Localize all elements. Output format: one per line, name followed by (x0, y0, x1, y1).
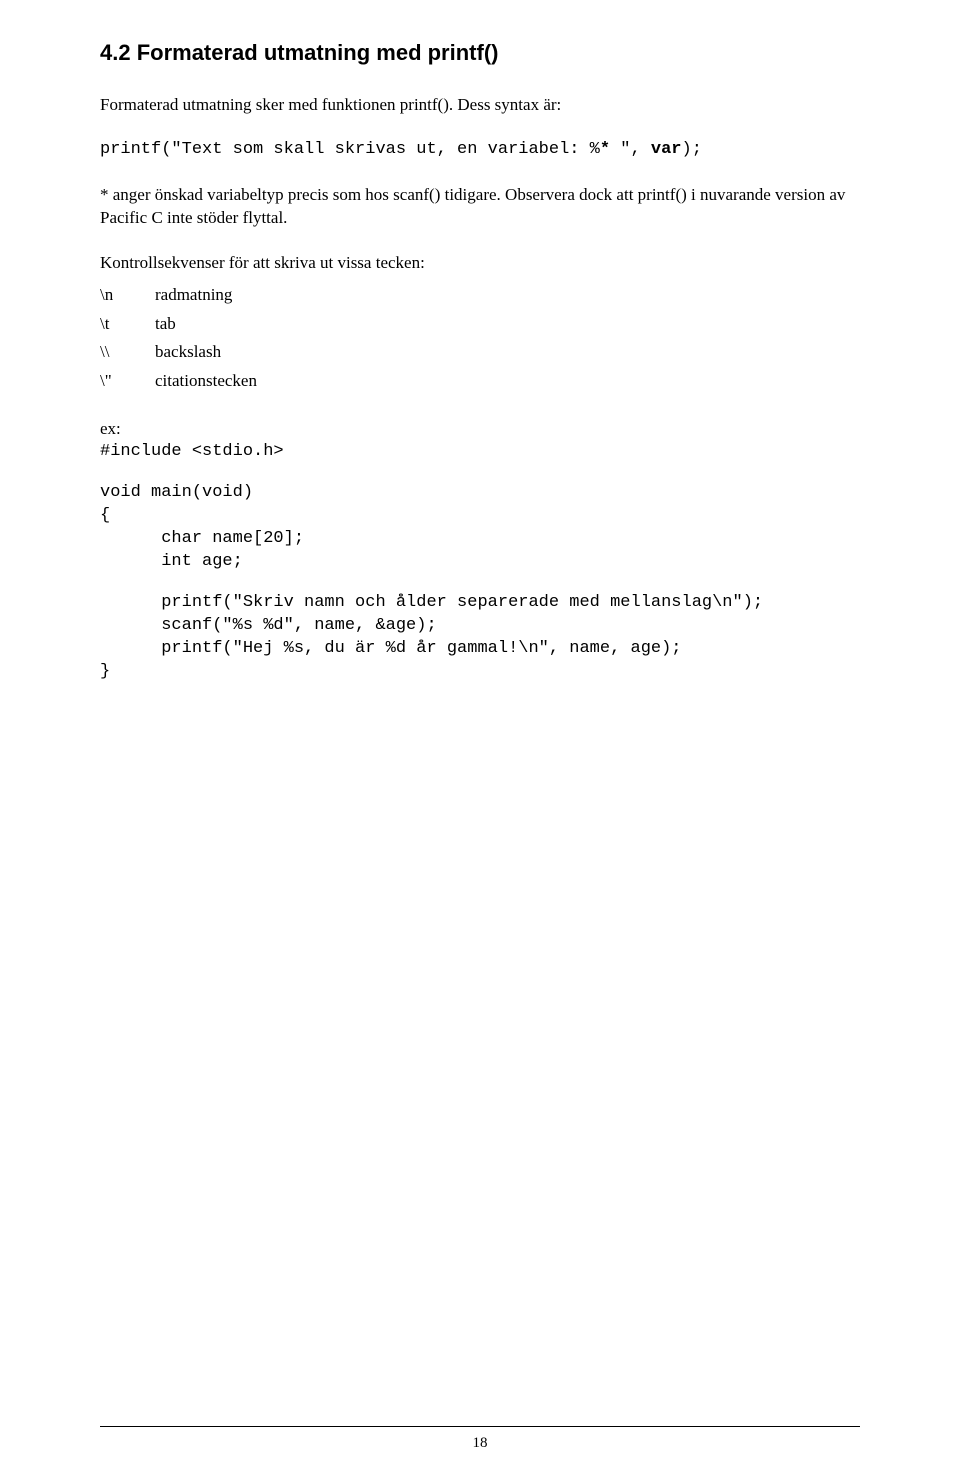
document-page: 4.2 Formaterad utmatning med printf() Fo… (0, 0, 960, 1482)
list-key: \\ (100, 338, 155, 367)
code-main-decl: void main(void) (100, 482, 860, 505)
code-decl-age: int age; (100, 551, 860, 574)
list-value: backslash (155, 338, 221, 367)
code-decl-name: char name[20]; (100, 528, 860, 551)
syntax-bold-star: * (600, 140, 610, 159)
syntax-plain: printf("Text som skall skrivas ut, en va… (100, 140, 600, 159)
list-key: \t (100, 310, 155, 339)
code-include: #include <stdio.h> (100, 441, 860, 464)
list-value: tab (155, 310, 176, 339)
code-brace-open: { (100, 505, 860, 528)
syntax-plain2: ", (610, 140, 651, 159)
paragraph-note: * anger önskad variabeltyp precis som ho… (100, 184, 860, 230)
footer-rule (100, 1426, 860, 1427)
list-item: \n radmatning (100, 281, 860, 310)
list-value: citationstecken (155, 367, 257, 396)
section-heading: 4.2 Formaterad utmatning med printf() (100, 40, 860, 66)
example-label: ex: (100, 418, 860, 441)
page-number: 18 (0, 1435, 960, 1452)
syntax-bold-var: var (651, 140, 682, 159)
code-syntax-line: printf("Text som skall skrivas ut, en va… (100, 139, 860, 162)
code-printf2: printf("Hej %s, du är %d år gammal!\n", … (100, 638, 860, 661)
paragraph-intro: Formaterad utmatning sker med funktionen… (100, 94, 860, 117)
list-value: radmatning (155, 281, 232, 310)
escape-list: \n radmatning \t tab \\ backslash \" cit… (100, 281, 860, 397)
list-key: \n (100, 281, 155, 310)
list-item: \" citationstecken (100, 367, 860, 396)
code-scanf: scanf("%s %d", name, &age); (100, 615, 860, 638)
paragraph-list-intro: Kontrollsekvenser för att skriva ut viss… (100, 252, 860, 275)
code-brace-close: } (100, 661, 860, 684)
list-item: \t tab (100, 310, 860, 339)
syntax-plain3: ); (682, 140, 702, 159)
list-item: \\ backslash (100, 338, 860, 367)
code-printf1: printf("Skriv namn och ålder separerade … (100, 592, 860, 615)
list-key: \" (100, 367, 155, 396)
